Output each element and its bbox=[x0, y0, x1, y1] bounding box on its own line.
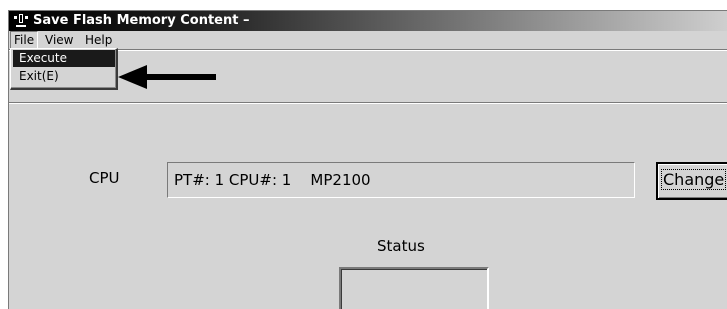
status-label: Status bbox=[377, 237, 425, 255]
app-icon bbox=[14, 14, 28, 27]
menu-item-execute[interactable]: Execute bbox=[13, 50, 115, 67]
callout-arrow-icon bbox=[118, 65, 216, 89]
window-title: Save Flash Memory Content – bbox=[33, 13, 250, 28]
change-button-label: Change bbox=[661, 169, 727, 190]
app-window: Save Flash Memory Content – File View He… bbox=[8, 10, 727, 309]
title-bar[interactable]: Save Flash Memory Content – bbox=[9, 11, 727, 31]
menu-help[interactable]: Help bbox=[82, 31, 115, 49]
status-field bbox=[339, 267, 489, 309]
cpu-info-field: PT#: 1 CPU#: 1 MP2100 bbox=[167, 162, 635, 198]
menu-item-exit[interactable]: Exit(E) bbox=[13, 68, 115, 85]
menu-file[interactable]: File bbox=[10, 31, 39, 49]
menu-view[interactable]: View bbox=[42, 31, 76, 49]
file-dropdown-menu: Execute Exit(E) bbox=[10, 48, 118, 90]
menu-bar: File View Help bbox=[9, 31, 727, 49]
change-button[interactable]: Change bbox=[656, 162, 727, 200]
cpu-label: CPU bbox=[89, 169, 120, 187]
toolbar-separator bbox=[9, 102, 727, 104]
